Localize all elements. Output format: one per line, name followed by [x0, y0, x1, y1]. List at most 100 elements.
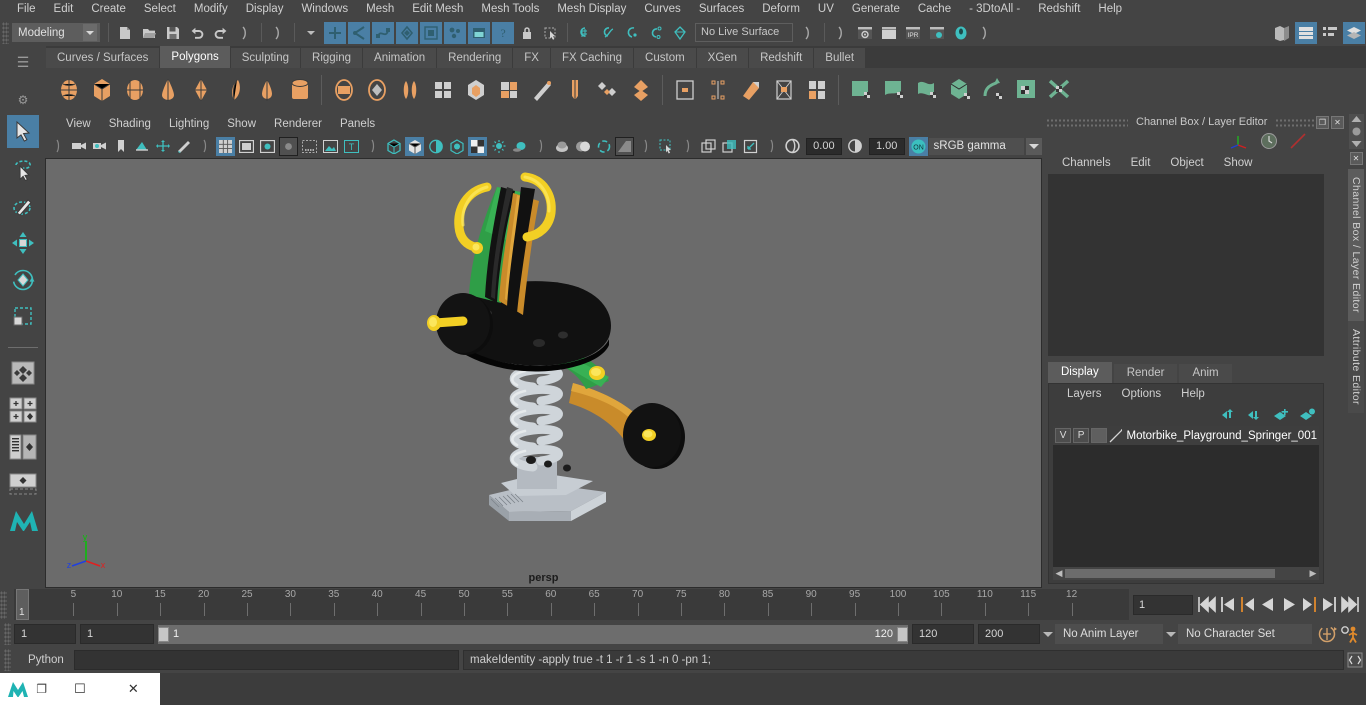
wireframe-shading-icon[interactable]	[384, 137, 403, 156]
undock-panel-icon[interactable]: ❐	[1316, 115, 1329, 129]
rotate-tool-icon[interactable]	[7, 263, 39, 296]
depth-of-field-icon[interactable]	[615, 136, 634, 156]
layer-list[interactable]: V P Motorbike_Playground_Springer_001	[1053, 426, 1319, 567]
new-scene-icon[interactable]	[114, 22, 136, 44]
highlight-selection-icon[interactable]	[540, 22, 562, 44]
menu-surfaces[interactable]: Surfaces	[690, 0, 753, 19]
selection-mask-arrow-1-icon[interactable]	[234, 22, 256, 44]
menu-edit[interactable]: Edit	[45, 0, 83, 19]
range-end-time-field[interactable]	[912, 624, 974, 644]
layer-tab-anim[interactable]: Anim	[1179, 364, 1232, 383]
layer-color-swatch[interactable]	[1091, 428, 1108, 443]
poly-pipe-icon[interactable]	[283, 72, 316, 108]
redo-icon[interactable]	[210, 22, 232, 44]
panel-drag-grip-right[interactable]	[1275, 117, 1314, 127]
panel-drag-grip-left[interactable]	[1046, 117, 1128, 127]
move-tool-icon[interactable]	[7, 226, 39, 259]
uv-layout-icon[interactable]	[1042, 72, 1075, 108]
animation-start-time-field[interactable]	[14, 624, 76, 644]
gate-mask-icon[interactable]	[279, 136, 298, 156]
status-line-grip[interactable]	[2, 21, 9, 44]
poly-cube-icon[interactable]	[85, 72, 118, 108]
scale-tool-icon[interactable]	[7, 300, 39, 333]
layer-tab-render[interactable]: Render	[1113, 364, 1178, 383]
grease-pencil-icon[interactable]	[174, 137, 193, 156]
shelf-tab-redshift[interactable]: Redshift	[749, 48, 815, 68]
menu-deform[interactable]: Deform	[753, 0, 809, 19]
select-by-hierarchy-icon[interactable]	[324, 21, 346, 44]
dock-tab-attribute-editor[interactable]: Attribute Editor	[1348, 320, 1364, 413]
poly-component-icon[interactable]	[420, 21, 442, 44]
texture-display-icon[interactable]	[468, 136, 487, 156]
menu-mesh[interactable]: Mesh	[357, 0, 403, 19]
viewport-menu-show[interactable]: Show	[218, 118, 265, 130]
uv-transfer-icon[interactable]	[976, 72, 1009, 108]
shelf-tab-fx-caching[interactable]: FX Caching	[550, 48, 635, 68]
outliner-persp-layout-icon[interactable]	[7, 430, 39, 463]
nurbs-component-icon[interactable]	[396, 21, 418, 44]
snap-to-point-icon[interactable]	[621, 22, 643, 44]
poly-extrude-icon[interactable]	[525, 72, 558, 108]
undo-icon[interactable]	[186, 22, 208, 44]
xray-joints-icon[interactable]	[300, 137, 319, 156]
shelf-tab-fx[interactable]: FX	[513, 48, 551, 68]
menu-generate[interactable]: Generate	[843, 0, 909, 19]
layer-name[interactable]: Motorbike_Playground_Springer_001	[1122, 430, 1317, 442]
menu-file[interactable]: File	[8, 0, 45, 19]
move-layer-up-icon[interactable]	[1221, 408, 1237, 421]
toggle-arrow-3-icon[interactable]	[974, 22, 996, 44]
minimize-window-button[interactable]: ☐	[53, 673, 106, 705]
toggle-arrow-2-icon[interactable]	[830, 22, 852, 44]
toggle-arrow-1-icon[interactable]	[797, 22, 819, 44]
color-space-field[interactable]: sRGB gamma	[928, 137, 1024, 155]
layer-menu-help[interactable]: Help	[1171, 388, 1215, 400]
paint-select-tool-icon[interactable]	[7, 189, 39, 222]
selection-mask-dropdown-icon[interactable]	[300, 22, 322, 44]
uv-editor-icon[interactable]	[1009, 72, 1042, 108]
last-tool-used-icon[interactable]	[7, 356, 39, 389]
shelf-tab-animation[interactable]: Animation	[363, 48, 438, 68]
select-camera-icon[interactable]	[69, 137, 88, 156]
poly-quad-draw-icon[interactable]	[800, 72, 833, 108]
screen-space-ao-icon[interactable]	[552, 137, 571, 156]
ipr-render-icon[interactable]: IPR	[902, 22, 924, 44]
single-persp-layout-icon[interactable]	[7, 467, 39, 500]
exposure-value-field[interactable]: 0.00	[806, 137, 842, 155]
uv-cube-icon[interactable]	[943, 72, 976, 108]
menu-cache[interactable]: Cache	[909, 0, 960, 19]
menu-windows[interactable]: Windows	[292, 0, 357, 19]
move-layer-down-icon[interactable]	[1247, 408, 1263, 421]
bookmark-icon[interactable]	[111, 137, 130, 156]
select-by-component-icon[interactable]	[372, 21, 394, 44]
poly-target-weld-icon[interactable]	[767, 72, 800, 108]
show-hide-modeling-panel-icon[interactable]	[1271, 22, 1293, 44]
select-tool-icon[interactable]	[6, 115, 39, 148]
menu-mesh-tools[interactable]: Mesh Tools	[472, 0, 548, 19]
hypershade-icon[interactable]	[950, 22, 972, 44]
clock-icon[interactable]	[1260, 132, 1278, 150]
poly-combine-icon[interactable]	[393, 72, 426, 108]
channel-box-menu-object[interactable]: Object	[1160, 157, 1213, 169]
multisample-aa-icon[interactable]	[594, 137, 613, 156]
gamma-value-field[interactable]: 1.00	[868, 137, 905, 155]
menu-curves[interactable]: Curves	[635, 0, 689, 19]
menu-select[interactable]: Select	[135, 0, 185, 19]
motion-blur-icon[interactable]	[573, 137, 592, 156]
step-back-key-icon[interactable]	[1239, 596, 1256, 613]
sculpt-surface-wave-icon[interactable]	[910, 72, 943, 108]
play-forwards-icon[interactable]	[1280, 596, 1298, 613]
select-by-object-type-icon[interactable]	[348, 21, 370, 44]
poly-merge-icon[interactable]	[624, 72, 657, 108]
misc-component-icon[interactable]: ?	[492, 21, 514, 44]
restore-window-button[interactable]: ❐	[0, 673, 53, 705]
resolution-gate-icon[interactable]	[258, 137, 277, 156]
scroll-left-arrow-icon[interactable]: ◀	[1053, 568, 1065, 579]
poly-smooth-proxy-icon[interactable]	[459, 72, 492, 108]
layer-menu-options[interactable]: Options	[1112, 388, 1172, 400]
auto-keyframe-toggle-icon[interactable]	[1316, 624, 1338, 644]
shelf-tab-custom[interactable]: Custom	[634, 48, 697, 68]
poly-triangulate-icon[interactable]	[492, 72, 525, 108]
chevron-down-icon[interactable]	[83, 24, 97, 41]
menu-uv[interactable]: UV	[809, 0, 843, 19]
menu-set-selector[interactable]: Modeling	[12, 23, 100, 42]
